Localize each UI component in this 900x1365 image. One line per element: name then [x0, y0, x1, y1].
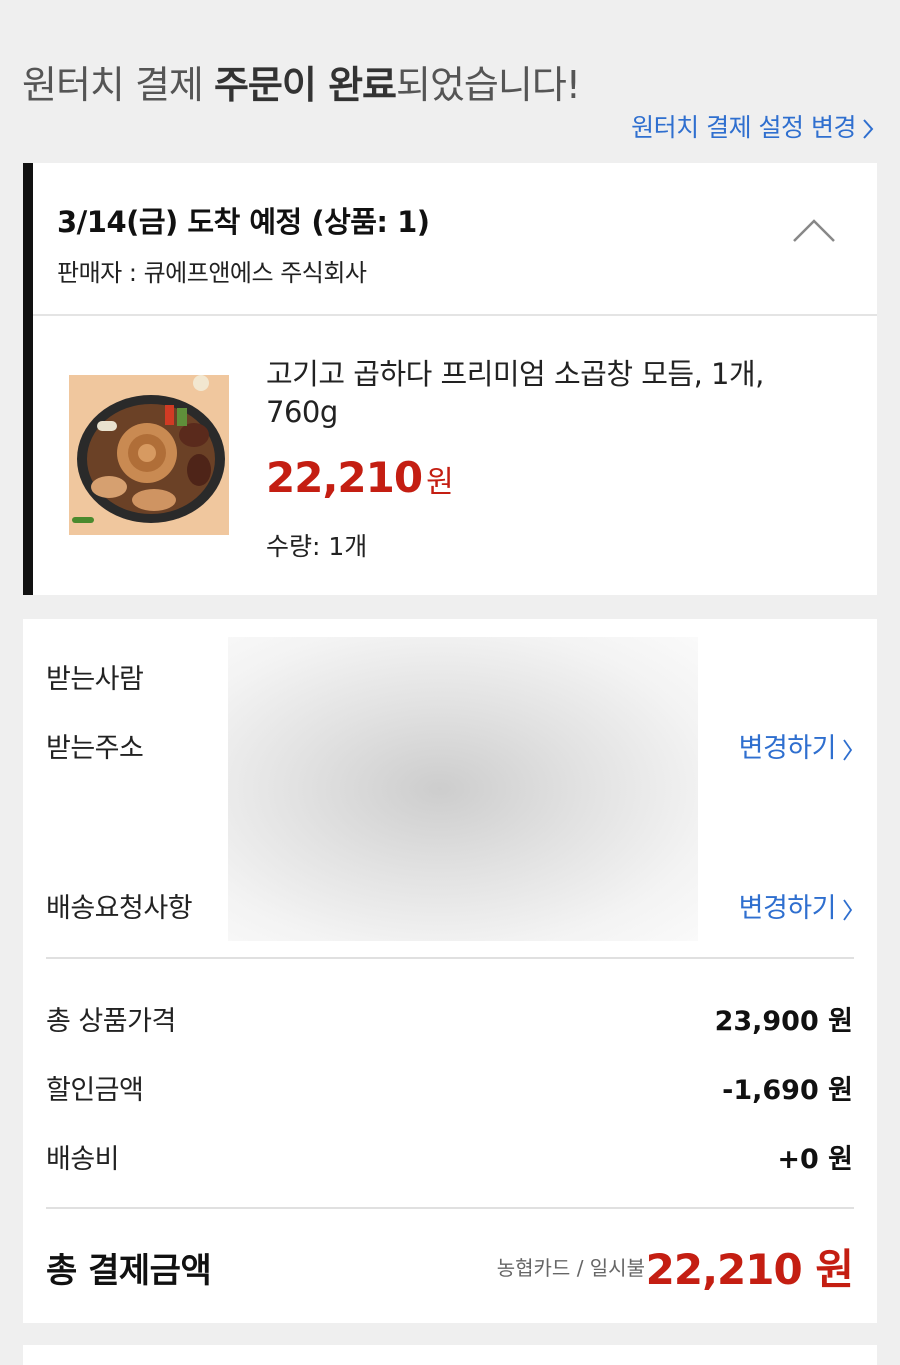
discount-label: 할인금액 [46, 1075, 144, 1106]
divider [33, 314, 877, 316]
title-bold: 주문이 완료 [213, 63, 397, 107]
shipment-header: 3/14(금) 도착 예정 (상품: 1) 판매자 : 큐에프앤에스 주식회사 [57, 199, 430, 288]
seller-name: 판매자 : 큐에프앤에스 주식회사 [57, 259, 367, 287]
address-label: 받는주소 [46, 733, 144, 764]
arrival-date: 3/14(금) 도착 예정 (상품: 1) [57, 205, 430, 239]
onetouch-settings-link[interactable]: 원터치 결제 설정 변경 [631, 108, 874, 144]
chevron-up-icon[interactable] [791, 215, 837, 245]
settings-link-label: 원터치 결제 설정 변경 [631, 113, 856, 142]
delivery-request-label: 배송요청사항 [46, 893, 193, 924]
divider [46, 957, 854, 959]
product-name[interactable]: 고기고 곱하다 프리미엄 소곱창 모듬, 1개, 760g [266, 355, 826, 431]
redacted-address-area [228, 637, 698, 941]
payment-method: 농협카드 / 일시불 [496, 1256, 645, 1280]
order-info-card: 받는사람 받는주소 변경하기 배송요청사항 변경하기 총 상품가격 23,900… [23, 619, 877, 1323]
recipient-label: 받는사람 [46, 664, 144, 695]
discount-value: -1,690 원 [722, 1075, 853, 1106]
total-label: 총 결제금액 [46, 1251, 212, 1291]
price-value: 22,210 [266, 453, 423, 502]
change-address-link[interactable]: 변경하기 [739, 726, 853, 765]
price-currency: 원 [426, 465, 454, 500]
page-title: 원터치 결제 주문이 완료되었습니다! [22, 54, 581, 109]
divider [46, 1207, 854, 1209]
chevron-right-icon [863, 119, 874, 139]
total-amount: 22,210 원 [645, 1245, 854, 1294]
title-prefix: 원터치 결제 [22, 63, 214, 107]
next-card [23, 1345, 877, 1365]
product-price: 22,210 원 [266, 453, 454, 502]
shipping-fee-value: +0 원 [777, 1144, 853, 1175]
chevron-right-icon [843, 738, 853, 761]
change-request-link[interactable]: 변경하기 [739, 886, 853, 925]
title-suffix: 되었습니다! [396, 63, 581, 107]
shipment-card: 3/14(금) 도착 예정 (상품: 1) 판매자 : 큐에프앤에스 주식회사 … [23, 163, 877, 595]
change-address-label: 변경하기 [738, 733, 837, 764]
product-quantity: 수량: 1개 [266, 532, 368, 561]
change-request-label: 변경하기 [738, 893, 837, 924]
subtotal-label: 총 상품가격 [46, 1006, 176, 1037]
product-thumbnail[interactable] [69, 375, 229, 535]
shipping-fee-label: 배송비 [46, 1144, 120, 1175]
subtotal-value: 23,900 원 [714, 1006, 853, 1037]
chevron-right-icon [843, 898, 853, 921]
